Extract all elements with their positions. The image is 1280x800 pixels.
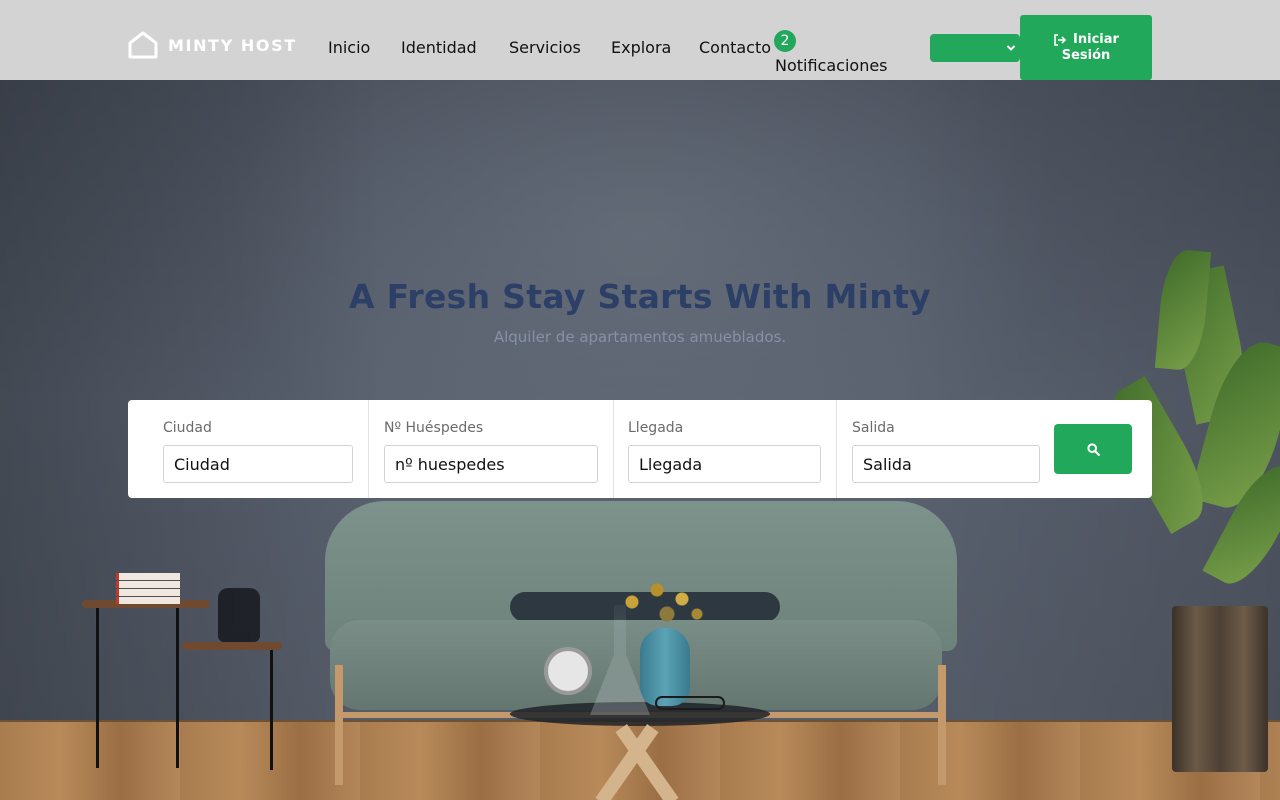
nav-link-identidad[interactable]: Identidad (401, 38, 477, 57)
nav-link-contacto[interactable]: Contacto (699, 38, 771, 57)
arrival-field: Llegada (614, 400, 836, 498)
nav-link-servicios[interactable]: Servicios (509, 38, 581, 57)
guests-label: Nº Huéspedes (384, 420, 484, 436)
city-input[interactable] (163, 445, 353, 483)
sign-in-icon (1054, 33, 1067, 46)
departure-label: Salida (852, 420, 895, 436)
vase (640, 628, 690, 706)
notifications-count-badge: 2 (774, 30, 796, 52)
eyeglasses (655, 696, 725, 710)
search-icon (1086, 442, 1100, 456)
arrival-label: Llegada (628, 420, 684, 436)
login-button[interactable]: Iniciar Sesión (1020, 15, 1152, 80)
side-table-leg (270, 650, 273, 770)
nav-link-inicio[interactable]: Inicio (328, 38, 370, 57)
search-button[interactable] (1054, 424, 1132, 474)
plant-pot (1172, 606, 1268, 772)
sofa-leg (938, 665, 946, 785)
chevron-down-icon (1006, 45, 1016, 51)
login-button-label-line1: Iniciar (1073, 31, 1119, 47)
city-field: Ciudad (128, 400, 368, 498)
departure-input[interactable] (852, 445, 1040, 483)
top-navbar: MINTY HOST Inicio Identidad Servicios Ex… (0, 0, 1280, 80)
flowers (612, 572, 712, 632)
glass-jar (218, 588, 260, 642)
side-table-lower (182, 642, 282, 650)
brand-logo[interactable]: MINTY HOST (128, 31, 297, 59)
departure-field: Salida (837, 400, 1042, 498)
guests-field: Nº Huéspedes (369, 400, 613, 498)
guests-input[interactable] (384, 445, 598, 483)
sofa-leg (335, 665, 343, 785)
alarm-clock (544, 647, 592, 695)
language-select[interactable] (930, 34, 1020, 62)
nav-link-explora[interactable]: Explora (611, 38, 671, 57)
search-bar: Ciudad Nº Huéspedes Llegada Salida (128, 400, 1152, 498)
login-button-label-line2: Sesión (1061, 47, 1111, 63)
hero-title: A Fresh Stay Starts With Minty (349, 277, 931, 316)
side-table-leg (96, 608, 99, 768)
book-stack (116, 572, 180, 604)
hero-subtitle: Alquiler de apartamentos amueblados. (493, 328, 787, 346)
brand-name: MINTY HOST (168, 35, 297, 55)
side-table-leg (176, 608, 179, 768)
nav-link-notificaciones[interactable]: Notificaciones (775, 56, 888, 75)
house-outline-icon (128, 31, 158, 59)
city-label: Ciudad (163, 420, 212, 436)
arrival-input[interactable] (628, 445, 821, 483)
hero-section: A Fresh Stay Starts With Minty Alquiler … (0, 80, 1280, 800)
